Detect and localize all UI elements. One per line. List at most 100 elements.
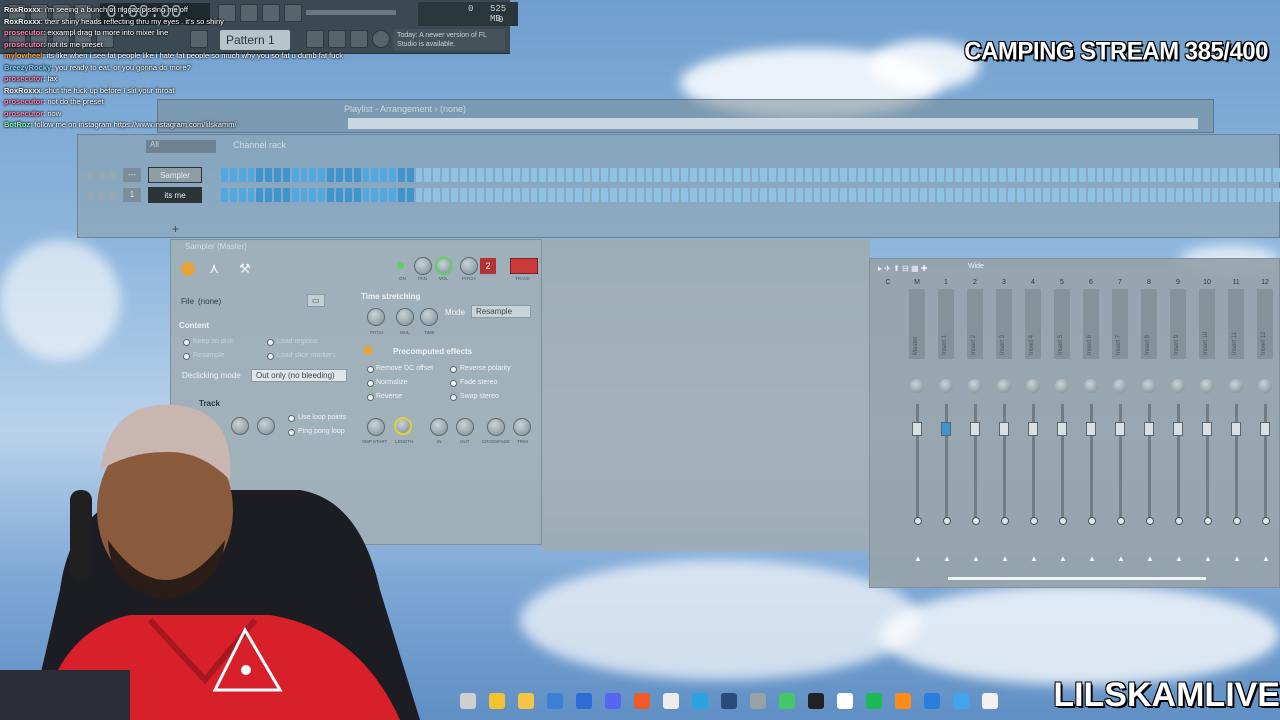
step-button[interactable] — [813, 168, 821, 182]
step-button[interactable] — [238, 168, 246, 182]
step-button[interactable] — [716, 168, 724, 182]
step-button[interactable] — [221, 188, 228, 202]
step-button[interactable] — [433, 188, 441, 202]
step-button[interactable] — [1158, 168, 1166, 182]
spotify-icon[interactable] — [866, 693, 882, 709]
send-arrow-icon[interactable]: ▲ — [972, 554, 980, 563]
step-button[interactable] — [1202, 188, 1210, 202]
playlist-scrollbar[interactable] — [348, 118, 1198, 129]
mixer-track[interactable]: 4 Insert 4 ▲ — [1023, 259, 1051, 589]
step-button[interactable] — [680, 188, 688, 202]
step-button[interactable] — [610, 168, 617, 182]
step-button[interactable] — [530, 168, 538, 182]
step-button[interactable] — [725, 168, 732, 182]
route-button[interactable] — [1059, 517, 1067, 525]
checkbox-reverse-polarity[interactable] — [450, 366, 457, 373]
volume-fader[interactable] — [912, 422, 922, 436]
step-sequencer[interactable] — [221, 168, 1280, 182]
step-button[interactable] — [1246, 188, 1254, 202]
mixer-track[interactable]: C — [878, 259, 906, 589]
step-button[interactable] — [1167, 188, 1175, 202]
step-button[interactable] — [1008, 168, 1015, 182]
step-button[interactable] — [274, 168, 281, 182]
step-button[interactable] — [221, 168, 228, 182]
radio-load-regions[interactable] — [267, 339, 274, 346]
step-button[interactable] — [795, 188, 803, 202]
step-button[interactable] — [1034, 168, 1042, 182]
step-button[interactable] — [353, 188, 361, 202]
step-button[interactable] — [486, 188, 494, 202]
step-button[interactable] — [309, 168, 317, 182]
mixer-track[interactable]: 1 Insert 1 ▲ — [936, 259, 964, 589]
envelope-icon[interactable]: ⋏ — [209, 260, 219, 277]
step-button[interactable] — [610, 188, 617, 202]
mixer-track-number[interactable]: 1 — [123, 188, 141, 202]
step-button[interactable] — [1034, 188, 1042, 202]
step-button[interactable] — [990, 168, 998, 182]
step-button[interactable] — [565, 188, 573, 202]
step-button[interactable] — [751, 168, 759, 182]
step-button[interactable] — [813, 188, 821, 202]
step-button[interactable] — [530, 188, 538, 202]
folder-icon[interactable]: ▭ — [307, 294, 325, 307]
mute-led[interactable] — [87, 192, 94, 199]
step-button[interactable] — [1114, 188, 1122, 202]
taskview-icon[interactable] — [460, 693, 476, 709]
step-button[interactable] — [654, 188, 662, 202]
pan-knob[interactable] — [968, 379, 982, 393]
pan-knob[interactable] — [939, 379, 953, 393]
step-button[interactable] — [1087, 188, 1095, 202]
step-button[interactable] — [1176, 188, 1183, 202]
step-button[interactable] — [804, 188, 812, 202]
channel-rack-window[interactable]: All Channel rack --- Sampler 1 its me + — [77, 134, 1280, 238]
volume-knob[interactable] — [435, 257, 453, 275]
step-button[interactable] — [380, 188, 388, 202]
step-button[interactable] — [1149, 168, 1157, 182]
mixer-track[interactable]: 11 Insert 11 ▲ — [1226, 259, 1254, 589]
mode-select[interactable]: Resample — [471, 305, 531, 318]
step-button[interactable] — [601, 168, 609, 182]
step-button[interactable] — [601, 188, 609, 202]
step-button[interactable] — [362, 168, 370, 182]
step-button[interactable] — [848, 168, 856, 182]
checkbox-remove-dc[interactable] — [367, 366, 374, 373]
route-button[interactable] — [1030, 517, 1038, 525]
photoshop-icon[interactable] — [576, 693, 592, 709]
step-button[interactable] — [318, 188, 326, 202]
step-button[interactable] — [760, 168, 768, 182]
step-button[interactable] — [1131, 188, 1139, 202]
step-button[interactable] — [583, 168, 591, 182]
mixer-track[interactable]: 3 Insert 3 ▲ — [994, 259, 1022, 589]
send-arrow-icon[interactable]: ▲ — [914, 554, 922, 563]
step-button[interactable] — [1264, 168, 1272, 182]
crossfade-knob[interactable] — [487, 418, 505, 436]
step-button[interactable] — [910, 188, 918, 202]
step-button[interactable] — [707, 188, 715, 202]
step-button[interactable] — [742, 168, 750, 182]
step-button[interactable] — [840, 188, 847, 202]
4k-icon[interactable] — [808, 693, 824, 709]
step-button[interactable] — [1229, 168, 1237, 182]
step-button[interactable] — [1096, 168, 1104, 182]
step-button[interactable] — [857, 168, 865, 182]
step-button[interactable] — [946, 168, 954, 182]
step-button[interactable] — [512, 168, 520, 182]
step-button[interactable] — [229, 188, 237, 202]
step-button[interactable] — [442, 188, 449, 202]
step-button[interactable] — [1105, 188, 1113, 202]
step-button[interactable] — [618, 168, 626, 182]
step-button[interactable] — [247, 168, 255, 182]
step-button[interactable] — [406, 188, 414, 202]
pitch-knob[interactable] — [460, 257, 478, 275]
pan-knob[interactable] — [910, 379, 924, 393]
step-button[interactable] — [495, 188, 502, 202]
step-button[interactable] — [955, 188, 962, 202]
step-button[interactable] — [742, 188, 750, 202]
pan-knob[interactable] — [1200, 379, 1214, 393]
mixer-track-button[interactable] — [510, 258, 538, 274]
step-button[interactable] — [831, 188, 839, 202]
step-button[interactable] — [424, 188, 432, 202]
step-button[interactable] — [565, 168, 573, 182]
step-button[interactable] — [840, 168, 847, 182]
step-button[interactable] — [1184, 188, 1192, 202]
